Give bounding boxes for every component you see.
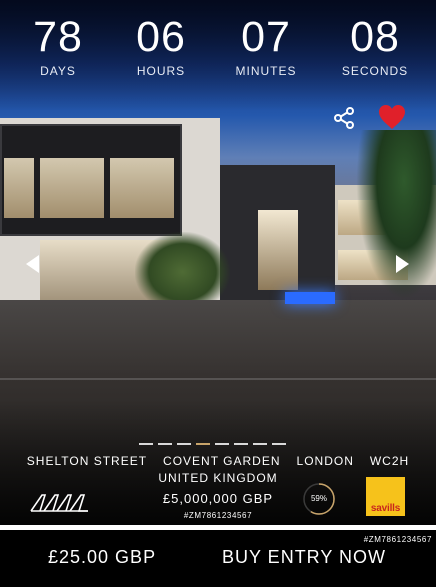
carousel-dot[interactable] (234, 443, 248, 445)
chevron-left-icon[interactable] (23, 253, 41, 275)
hours-value: 06 (136, 13, 186, 61)
address-area: COVENT GARDEN (163, 454, 281, 468)
share-icon[interactable] (332, 106, 356, 130)
agent-logo-text: savills (370, 503, 401, 514)
footer-reference: #ZM7861234567 (363, 535, 432, 544)
hours-label: HOURS (136, 64, 186, 78)
days-label: DAYS (40, 64, 76, 78)
carousel-dot[interactable] (215, 443, 229, 445)
seconds-label: SECONDS (341, 64, 409, 78)
days-value: 78 (33, 13, 83, 61)
agent-logo: savills (366, 477, 405, 516)
carousel-dot[interactable] (177, 443, 191, 445)
address-city: LONDON (296, 454, 354, 468)
buy-entry-button[interactable]: BUY ENTRY NOW (222, 547, 386, 568)
carousel-dot-active[interactable] (196, 443, 210, 445)
countdown-hours: 06 HOURS (111, 12, 211, 78)
chevron-right-icon[interactable] (394, 253, 412, 275)
entry-fee-button[interactable]: £25.00 GBP (48, 547, 156, 568)
carousel-dot[interactable] (158, 443, 172, 445)
countdown-days: 78 DAYS (8, 12, 108, 78)
heart-icon[interactable] (378, 104, 406, 130)
odds-percentage: 59% (310, 494, 327, 503)
minutes-label: MINUTES (235, 64, 297, 78)
countdown-seconds: 08 SECONDS (325, 12, 425, 78)
carousel-indicator (139, 443, 299, 446)
carousel-dot[interactable] (272, 443, 286, 445)
countdown-minutes: 07 MINUTES (216, 12, 316, 78)
carousel-dot[interactable] (253, 443, 267, 445)
carousel-dot[interactable] (139, 443, 153, 445)
brand-logo (30, 494, 88, 512)
address-postcode: WC2H (369, 454, 410, 468)
competition-card: 78 DAYS 06 HOURS 07 MINUTES 08 SECONDS S… (0, 0, 436, 587)
seconds-value: 08 (350, 13, 400, 61)
address-street: SHELTON STREET (26, 454, 148, 468)
minutes-value: 07 (241, 13, 291, 61)
countdown-timer: 78 DAYS 06 HOURS 07 MINUTES 08 SECONDS (0, 12, 436, 82)
